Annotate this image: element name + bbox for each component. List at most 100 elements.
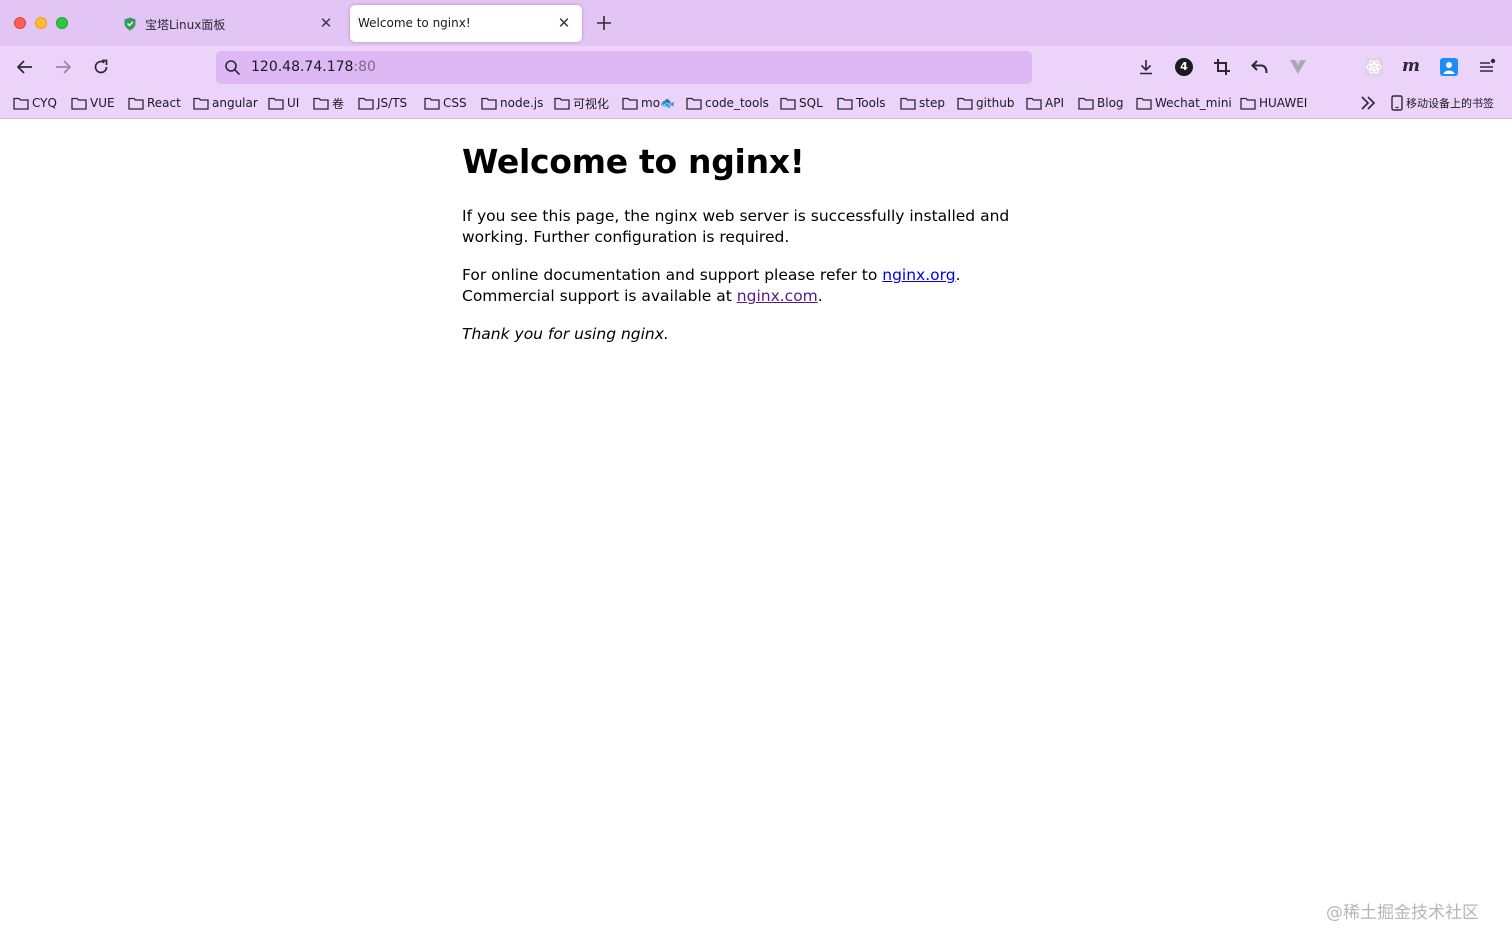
bookmark-folder-github[interactable]: github xyxy=(957,94,1014,112)
folder-icon xyxy=(1136,97,1152,110)
bookmark-label: UI xyxy=(287,96,300,110)
vue-devtools-icon[interactable] xyxy=(1288,57,1308,77)
badge-count: 4 xyxy=(1175,58,1193,76)
mobile-bookmarks-label: 移动设备上的书签 xyxy=(1406,97,1494,110)
bookmark-folder-cyq[interactable]: CYQ xyxy=(13,94,57,112)
folder-icon xyxy=(1026,97,1042,110)
url-port: :80 xyxy=(353,59,376,75)
folder-icon xyxy=(424,97,440,110)
bookmark-label: node.js xyxy=(500,96,544,110)
bookmark-label: 可视化 xyxy=(573,96,610,111)
bookmark-folder-visualization[interactable]: 可视化 xyxy=(554,94,609,112)
support-paragraph: For online documentation and support ple… xyxy=(462,265,1022,307)
thanks-paragraph: Thank you for using nginx. xyxy=(462,324,1022,345)
folder-icon xyxy=(554,97,570,110)
bookmark-label: HUAWEI xyxy=(1259,96,1308,110)
close-window-button[interactable] xyxy=(14,17,26,29)
bookmark-folder-juan[interactable]: 卷 xyxy=(313,94,344,112)
folder-icon xyxy=(780,97,796,110)
page-heading: Welcome to nginx! xyxy=(462,142,805,181)
undo-arrow-icon[interactable] xyxy=(1250,57,1270,77)
search-icon xyxy=(225,60,241,76)
bookmark-folder-tools[interactable]: Tools xyxy=(837,94,886,112)
extension-badge-icon[interactable]: 4 xyxy=(1174,57,1194,77)
support-punctuation: . xyxy=(955,266,961,284)
nginx-com-link[interactable]: nginx.com xyxy=(737,287,818,305)
tab-nginx-welcome[interactable]: Welcome to nginx! ✕ xyxy=(350,5,582,42)
folder-icon xyxy=(1078,97,1094,110)
folder-icon xyxy=(837,97,853,110)
bookmark-label: CYQ xyxy=(32,96,57,110)
bookmark-folder-wechat-mini[interactable]: Wechat_mini xyxy=(1136,94,1232,112)
bookmark-label: JS/TS xyxy=(377,96,408,110)
bookmark-folder-huawei[interactable]: HUAWEI xyxy=(1240,94,1307,112)
tab-title: 宝塔Linux面板 xyxy=(145,18,226,32)
close-tab-icon[interactable]: ✕ xyxy=(317,14,335,32)
bookmark-folder-angular[interactable]: angular xyxy=(193,94,258,112)
forward-arrow-icon[interactable] xyxy=(53,57,73,77)
intro-paragraph: If you see this page, the nginx web serv… xyxy=(462,207,1010,246)
bookmark-folder-mo[interactable]: mo🐟 xyxy=(622,94,675,112)
bookmark-label: SQL xyxy=(799,96,823,110)
tab-title: Welcome to nginx! xyxy=(358,16,471,30)
zoom-window-button[interactable] xyxy=(56,17,68,29)
folder-icon xyxy=(71,97,87,110)
bookmark-label: React xyxy=(147,96,181,110)
minimize-window-button[interactable] xyxy=(35,17,47,29)
bookmark-folder-ui[interactable]: UI xyxy=(268,94,299,112)
bookmark-folder-css[interactable]: CSS xyxy=(424,94,467,112)
folder-icon xyxy=(13,97,29,110)
folder-icon xyxy=(481,97,497,110)
bookmark-label: step xyxy=(919,96,945,110)
reload-icon[interactable] xyxy=(91,57,111,77)
thanks-text: Thank you for using nginx. xyxy=(462,325,669,343)
chevron-double-right-icon[interactable] xyxy=(1358,94,1378,112)
bookmark-folder-code-tools[interactable]: code_tools xyxy=(686,94,769,112)
mobile-bookmarks[interactable]: 移动设备上的书签 xyxy=(1391,94,1494,112)
bookmark-label: Wechat_mini xyxy=(1155,96,1232,110)
close-tab-icon[interactable]: ✕ xyxy=(555,14,573,32)
download-icon[interactable] xyxy=(1136,57,1156,77)
bookmark-label: API xyxy=(1045,96,1064,110)
profile-extension-icon[interactable] xyxy=(1439,57,1459,77)
bookmark-label: 卷 xyxy=(332,96,345,111)
support-text: For online documentation and support ple… xyxy=(462,266,883,284)
folder-icon xyxy=(358,97,374,110)
bookmark-label: CSS xyxy=(443,96,467,110)
url-text[interactable]: 120.48.74.178:80 xyxy=(251,59,376,75)
bookmark-folder-sql[interactable]: SQL xyxy=(780,94,823,112)
bookmark-folder-api[interactable]: API xyxy=(1026,94,1064,112)
bookmark-label: mo🐟 xyxy=(641,96,675,110)
bookmark-folder-jsts[interactable]: JS/TS xyxy=(358,94,407,112)
folder-icon xyxy=(957,97,973,110)
tab-bt-panel[interactable]: 宝塔Linux面板 ✕ xyxy=(110,5,344,42)
back-arrow-icon[interactable] xyxy=(15,57,35,77)
bookmark-folder-nodejs[interactable]: node.js xyxy=(481,94,543,112)
commercial-punctuation: . xyxy=(817,287,823,305)
folder-icon xyxy=(1240,97,1256,110)
folder-icon xyxy=(622,97,638,110)
bookmark-folder-react[interactable]: React xyxy=(128,94,181,112)
bookmark-folder-step[interactable]: step xyxy=(900,94,945,112)
folder-icon xyxy=(313,97,329,110)
page-content: Welcome to nginx! If you see this page, … xyxy=(462,142,1022,362)
bookmark-folder-blog[interactable]: Blog xyxy=(1078,94,1124,112)
bookmark-label: code_tools xyxy=(705,96,769,110)
m-extension-icon[interactable]: m xyxy=(1401,57,1421,77)
address-bar[interactable]: 120.48.74.178:80 xyxy=(216,51,1032,84)
shield-icon xyxy=(124,17,136,31)
bookmark-label: github xyxy=(976,96,1015,110)
nginx-org-link[interactable]: nginx.org xyxy=(882,266,955,284)
watermark: @稀土掘金技术社区 xyxy=(1326,903,1479,923)
folder-icon xyxy=(686,97,702,110)
react-devtools-icon[interactable] xyxy=(1364,57,1384,77)
bookmark-folder-vue[interactable]: VUE xyxy=(71,94,115,112)
folder-icon xyxy=(193,97,209,110)
new-tab-button[interactable] xyxy=(594,13,614,33)
crop-icon[interactable] xyxy=(1212,57,1232,77)
folder-icon xyxy=(268,97,284,110)
menu-icon[interactable] xyxy=(1477,57,1497,77)
folder-icon xyxy=(128,97,144,110)
bookmarks-toolbar: CYQ VUE React angular UI 卷 JS/TS CSS nod… xyxy=(0,88,1512,119)
mobile-device-icon xyxy=(1391,95,1403,111)
